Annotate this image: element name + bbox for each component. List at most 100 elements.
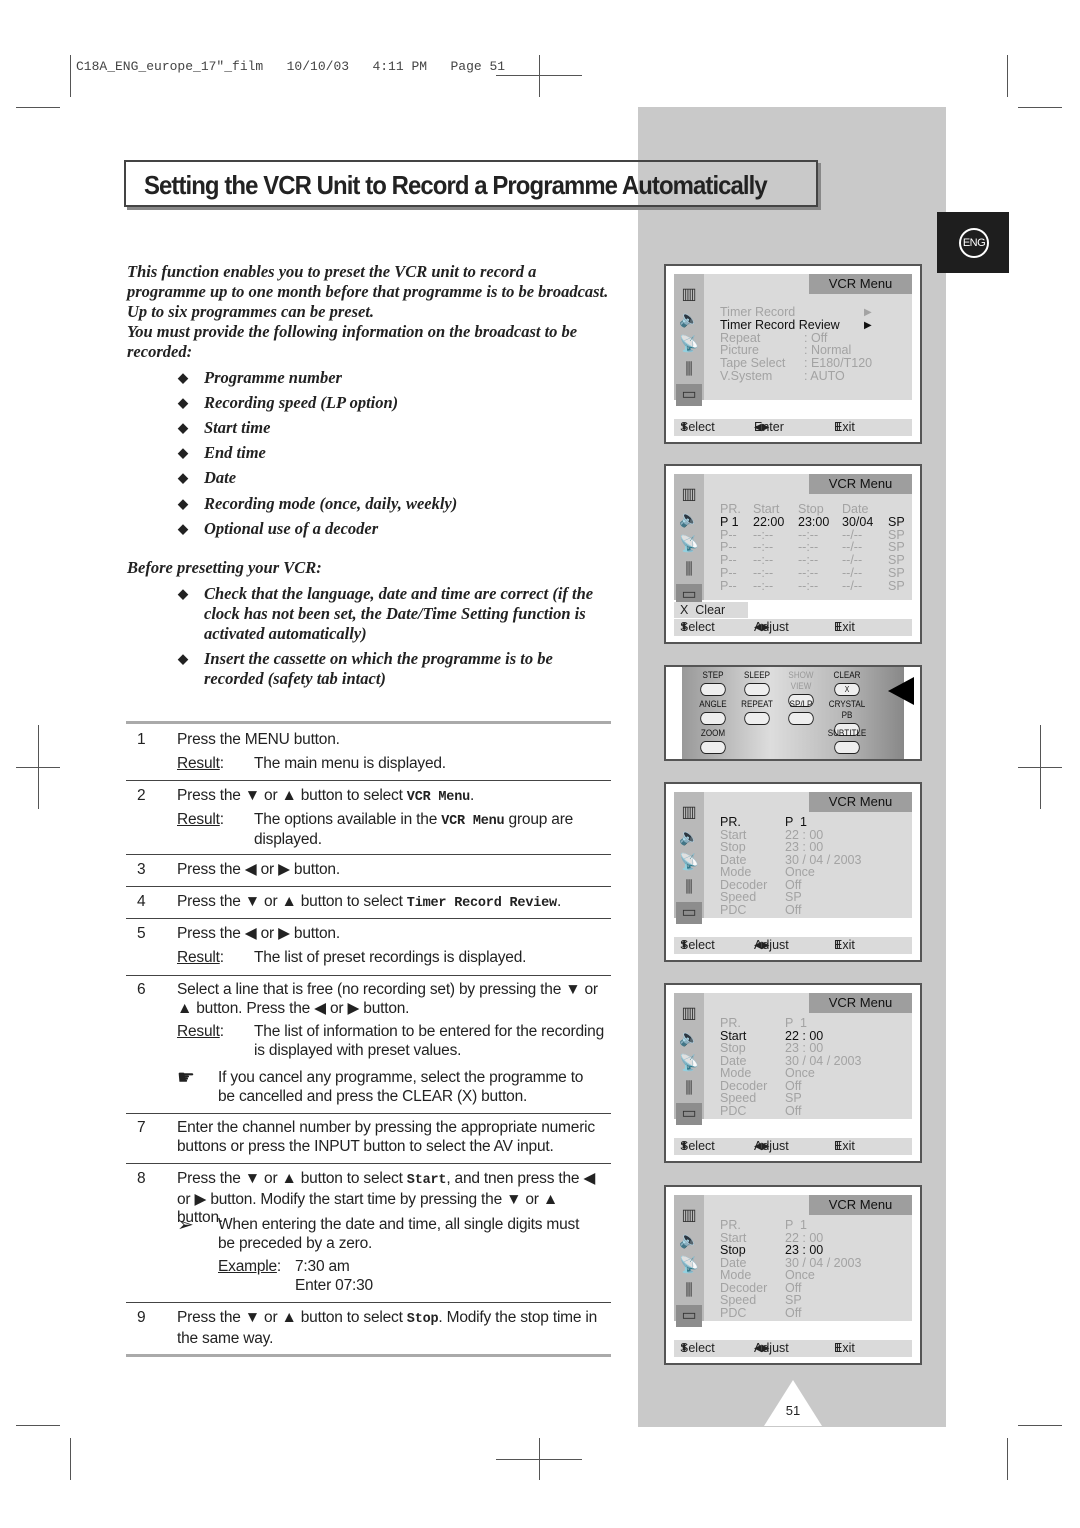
remote-key[interactable]: [744, 683, 770, 696]
text-segment: Press the ◀ or ▶ button.: [177, 925, 340, 942]
step-number: 9: [137, 1309, 146, 1326]
info-item-text: Date: [204, 468, 237, 487]
step-instruction: Press the ▼ or ▲ button to select Timer …: [177, 893, 607, 914]
pointer-arrow-icon: [888, 677, 914, 705]
step-divider: [126, 1163, 611, 1164]
footer-label: Select: [680, 420, 715, 434]
satellite-dish-icon: 📡: [679, 854, 699, 871]
text-segment: .: [556, 893, 562, 910]
menu-footer: ⬍ Select ◀▶ Enter Ⅲ Exit: [674, 419, 912, 436]
speaker-icon: 🔈: [679, 311, 699, 328]
step-divider: [126, 780, 611, 781]
recording-cell[interactable]: SP: [888, 579, 905, 593]
remote-key[interactable]: [700, 683, 726, 696]
step-result: Result: The options available in the VCR …: [177, 810, 574, 849]
remote-button[interactable]: SLEEP: [736, 670, 779, 696]
remote-button[interactable]: SUBTITLE: [826, 728, 869, 754]
field-value[interactable]: Off: [785, 1306, 801, 1320]
remote-key[interactable]: [700, 741, 726, 754]
equalizer-icon: ⫼: [685, 1282, 693, 1299]
intro-paragraph: You must provide the following informati…: [127, 322, 578, 361]
satellite-dish-icon: 📡: [679, 336, 699, 353]
menu-title: VCR Menu: [809, 1195, 912, 1215]
recording-cell[interactable]: --/--: [842, 579, 862, 593]
table-top-rule: [126, 721, 611, 724]
recording-cell[interactable]: --:--: [753, 566, 773, 580]
remote-key[interactable]: [744, 712, 770, 725]
recording-cell[interactable]: P--: [720, 579, 737, 593]
footer-label: Exit: [834, 938, 855, 952]
recording-cell[interactable]: P--: [720, 566, 737, 580]
menu-grid-icon: ▥: [681, 804, 697, 821]
footer-label: Select: [680, 620, 715, 634]
step-instruction: Press the MENU button.: [177, 731, 607, 750]
diamond-bullet-icon: ◆: [178, 370, 188, 385]
speaker-icon: 🔈: [679, 829, 699, 846]
crop-mark: [70, 1438, 71, 1480]
result-label: Result: [177, 948, 220, 966]
field-value[interactable]: Off: [785, 903, 801, 917]
remote-key[interactable]: [834, 741, 860, 754]
note-text: If you cancel any programme, select the …: [218, 1069, 584, 1105]
remote-button[interactable]: ANGLE: [692, 699, 735, 725]
text-segment: Press the ▼ or ▲ button to select: [177, 893, 407, 910]
diamond-bullet-icon: ◆: [178, 470, 188, 485]
remote-button-label: CRYSTAL PB: [828, 699, 866, 721]
cassette-icon: ▭: [676, 1103, 702, 1125]
footer-label: Adjust: [754, 938, 789, 952]
remote-button[interactable]: REPEAT: [736, 699, 779, 725]
timer-detail-screen-2: ▥ 🔈 📡 ⫼ ▭ VCR Menu PR. P 1 Start 22 : 00 Stop 23 : …: [664, 983, 922, 1163]
recording-cell[interactable]: --:--: [798, 566, 818, 580]
registration-mark: [539, 1438, 540, 1480]
before-item-text: Check that the language, date and time a…: [204, 584, 594, 643]
footer-label: Exit: [834, 1139, 855, 1153]
recording-cell[interactable]: --/--: [842, 566, 862, 580]
crop-mark: [1007, 55, 1008, 97]
speaker-icon: 🔈: [679, 511, 699, 528]
remote-button[interactable]: SP/LP: [780, 699, 823, 725]
info-item-text: Start time: [204, 418, 271, 437]
footer-label: Adjust: [754, 620, 789, 634]
print-header: C18A_ENG_europe_17"_film 10/10/03 4:11 P…: [76, 59, 506, 74]
remote-button[interactable]: CLEAR X: [826, 670, 869, 696]
step-number: 6: [137, 981, 146, 998]
step-instruction: Press the ◀ or ▶ button.: [177, 861, 607, 880]
satellite-dish-icon: 📡: [679, 1055, 699, 1072]
footer-label: Adjust: [754, 1341, 789, 1355]
remote-button-label: SP/LP: [789, 699, 813, 710]
crop-mark: [1018, 1425, 1062, 1426]
example-label: Example: [218, 1258, 277, 1275]
recording-cell[interactable]: --:--: [798, 579, 818, 593]
before-heading: Before presetting your VCR:: [127, 558, 322, 577]
intro: This function enables you to preset the …: [127, 262, 617, 362]
registration-mark: [1040, 725, 1041, 809]
remote-control-illustration: STEP SLEEP SHOW VIEW CLEAR X ANGLE REPEAT SP/LP…: [664, 665, 922, 761]
field-value[interactable]: Off: [785, 1104, 801, 1118]
remote-key[interactable]: [700, 712, 726, 725]
language-label: ENG: [959, 228, 989, 258]
remote-key[interactable]: [788, 712, 814, 725]
menu-title: VCR Menu: [809, 993, 912, 1013]
step-number: 2: [137, 787, 146, 804]
result-label: Result: [177, 810, 220, 828]
footer-label: Exit: [834, 420, 855, 434]
menu-title: VCR Menu: [809, 274, 912, 294]
field-label: PDC: [720, 902, 747, 917]
cassette-icon: ▭: [676, 384, 702, 406]
note-text: When entering the date and time, all sin…: [218, 1216, 580, 1252]
remote-key[interactable]: X: [834, 683, 860, 696]
menu-item-label: V.System: [720, 369, 773, 383]
recording-cell[interactable]: SP: [888, 566, 905, 580]
step-number: 3: [137, 861, 146, 878]
remote-button[interactable]: STEP: [692, 670, 735, 696]
step-divider: [126, 1302, 611, 1303]
remote-button[interactable]: ZOOM: [692, 728, 735, 754]
result-text: The list of preset recordings is display…: [254, 948, 527, 966]
equalizer-icon: ⫼: [685, 361, 693, 378]
menu-footer: ⬍ Select ◀▶ Adjust Ⅲ Exit: [674, 619, 912, 636]
footer-label: Select: [680, 1341, 715, 1355]
menu-item[interactable]: V.System: [720, 370, 772, 383]
step-divider: [126, 975, 611, 976]
step-instruction: Press the ▼ or ▲ button to select VCR Me…: [177, 787, 607, 808]
recording-cell[interactable]: --:--: [753, 579, 773, 593]
